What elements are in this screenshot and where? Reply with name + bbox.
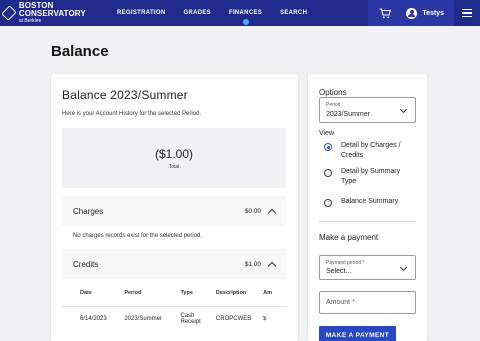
radio-unselected-icon[interactable] (324, 199, 332, 207)
user-name: Testys (422, 9, 444, 17)
nav-registration[interactable]: REGISTRATION (108, 0, 175, 26)
credits-section-header[interactable]: Credits $1.00 (62, 249, 286, 279)
payment-period-value: Select... (326, 268, 352, 275)
brand-name: BOSTON CONSERVATORY (18, 1, 86, 18)
period-select-label: Period (326, 102, 341, 108)
credits-label: Credits (73, 259, 99, 269)
amount-placeholder: Amount * (326, 299, 355, 306)
balance-description: Here is your Account History for the sel… (62, 111, 202, 117)
column-header-amount[interactable]: Am (263, 290, 275, 296)
view-label: View (319, 130, 335, 137)
main-nav: REGISTRATION GRADES FINANCES SEARCH (108, 0, 316, 26)
cart-icon[interactable] (374, 0, 396, 26)
charges-section-header[interactable]: Charges $0.00 (62, 196, 286, 226)
menu-icon-line (462, 8, 472, 11)
column-header-date[interactable]: Date (80, 290, 124, 296)
cell-date: 6/14/2023 (80, 316, 107, 322)
radio-selected-icon[interactable] (324, 143, 332, 151)
amount-input[interactable]: Amount * (319, 291, 416, 314)
user-avatar-icon (406, 7, 418, 19)
make-payment-title: Make a payment (319, 233, 379, 242)
nav-finances[interactable]: FINANCES (220, 0, 271, 26)
total-box: ($1.00) Total (62, 128, 286, 188)
brand-text: BOSTON CONSERVATORY at Berklee (19, 2, 100, 24)
balance-title: Balance 2023/Summer (62, 88, 188, 102)
radio-unselected-icon[interactable] (324, 169, 332, 177)
column-header-type[interactable]: Type (180, 290, 215, 296)
payment-period-label: Payment period * (326, 260, 365, 266)
view-option-charges-credits[interactable]: Detail by Charges / Credits (324, 141, 413, 161)
payment-period-select[interactable]: Payment period * Select... (319, 255, 416, 280)
period-select-value: 2023/Summer (326, 111, 370, 118)
divider (319, 221, 416, 222)
chevron-down-icon (399, 263, 408, 272)
table-header: Date Period Type Description Am (62, 279, 286, 307)
menu-icon-line (462, 15, 472, 18)
view-option-balance-summary[interactable]: Balance Summary (324, 197, 413, 207)
chevron-up-icon (267, 208, 277, 217)
options-title: Options (319, 88, 347, 97)
nav-search[interactable]: SEARCH (271, 0, 316, 26)
cell-type-line2: Receipt (180, 319, 201, 325)
cart-icon-graphic (379, 7, 392, 18)
brand-logo[interactable]: BOSTON CONSERVATORY at Berklee (0, 2, 100, 24)
period-select[interactable]: Period 2023/Summer (319, 97, 416, 123)
top-navigation-bar: BOSTON CONSERVATORY at Berklee REGISTRAT… (0, 0, 480, 26)
nav-grades[interactable]: GRADES (175, 0, 220, 26)
chevron-down-icon (399, 105, 408, 114)
menu-icon[interactable] (454, 0, 480, 26)
cell-period: 2023/Summer (124, 316, 162, 322)
column-header-description[interactable]: Description (216, 290, 263, 296)
column-header-period[interactable]: Period (124, 290, 180, 296)
table-row: 6/14/2023 2023/Summer Cash Receipt CROPC… (62, 307, 286, 331)
view-option-label: Detail by Charges / Credits (341, 142, 401, 159)
view-option-label: Detail by Summary Type (341, 168, 401, 185)
charges-amount: $0.00 (244, 207, 261, 215)
brand-subtitle: at Berklee (18, 18, 42, 24)
page-title: Balance (51, 43, 109, 60)
balance-card: Balance 2023/Summer Here is your Account… (51, 74, 298, 341)
view-option-summary-type[interactable]: Detail by Summary Type (324, 167, 413, 187)
charges-label: Charges (73, 206, 104, 216)
cell-type: Cash Receipt (180, 313, 215, 325)
total-label: Total (168, 164, 180, 170)
menu-icon-line (462, 12, 472, 14)
credits-table: Date Period Type Description Am 6/14/202… (62, 279, 286, 341)
chevron-up-icon (267, 261, 277, 270)
view-option-label: Balance Summary (341, 198, 399, 205)
user-menu[interactable]: Testys (396, 0, 454, 26)
brand-mark-icon (1, 5, 17, 21)
header-actions: Testys (368, 0, 480, 26)
credits-amount: $1.00 (244, 260, 261, 268)
total-amount: ($1.00) (154, 147, 194, 161)
cell-amount: $ (263, 316, 267, 322)
options-card: Options Period 2023/Summer View Detail b… (308, 74, 427, 341)
cell-description: CROPCWEB (215, 316, 252, 322)
make-payment-button[interactable]: MAKE A PAYMENT (319, 326, 396, 341)
